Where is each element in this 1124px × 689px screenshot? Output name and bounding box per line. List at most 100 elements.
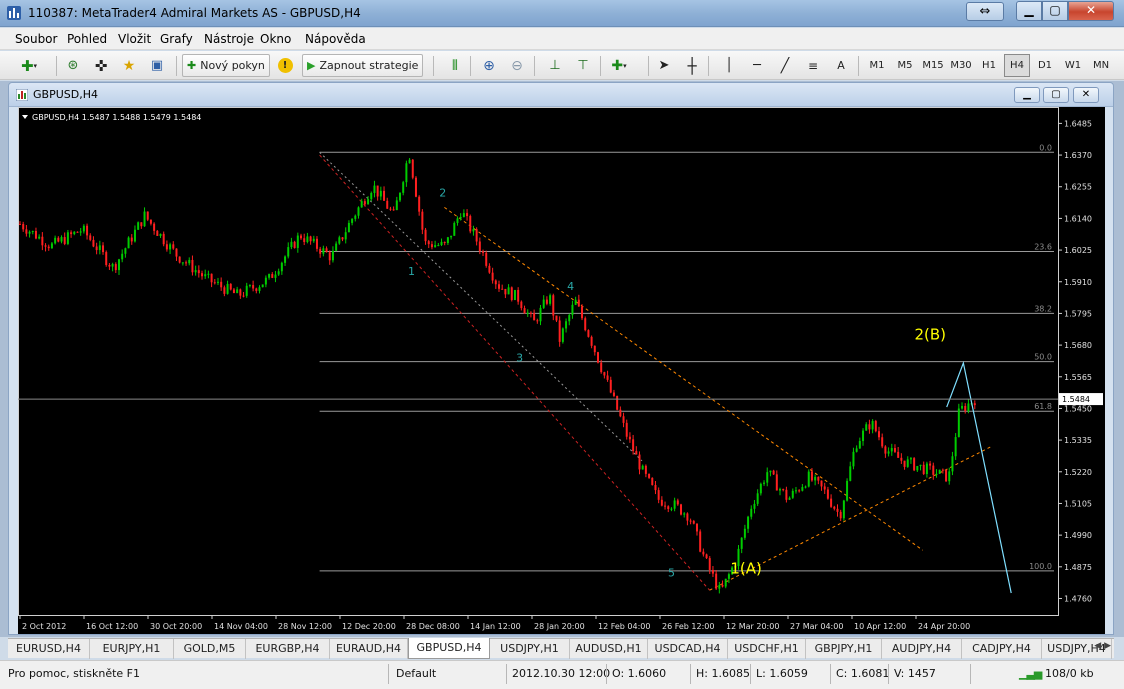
text-tool-icon[interactable]: A — [830, 54, 852, 77]
autotrading-button[interactable]: ▶ Zapnout strategie — [302, 54, 424, 77]
candle-body — [523, 308, 526, 314]
new-chart-icon[interactable]: ✚ ▾ — [18, 54, 40, 77]
symbol-tab-euraud-h4[interactable]: EURAUD,H4 — [330, 639, 408, 659]
timeframe-mn[interactable]: MN — [1088, 54, 1114, 77]
zoom-in-icon[interactable]: ⊕ — [478, 54, 500, 77]
menu-vlozit[interactable]: Vložit — [118, 32, 151, 46]
price-chart-svg[interactable]: 0.0 23.6 38.2 50.0 61.8 100.0 1 2 3 4 5 1(A) 2(B) 1.5… — [18, 107, 1105, 634]
chart-close-button[interactable]: ✕ — [1073, 87, 1099, 103]
candle-body — [887, 451, 890, 454]
candle-body — [753, 503, 756, 509]
candle-body — [743, 528, 746, 538]
cursor-icon[interactable]: ➤ — [653, 54, 675, 77]
candle-body — [309, 236, 312, 242]
candle-body — [810, 471, 813, 481]
symbol-tab-cadjpy-h4[interactable]: CADJPY,H4 — [962, 639, 1042, 659]
candle-body — [111, 264, 114, 267]
candle-body — [344, 232, 347, 240]
candle-body — [635, 451, 638, 455]
symbol-tab-eurjpy-h1[interactable]: EURJPY,H1 — [90, 639, 174, 659]
candle-body — [50, 243, 53, 249]
candle-body — [31, 231, 34, 233]
candle-body — [255, 288, 258, 291]
candle-body — [76, 231, 79, 233]
chart-shift-icon[interactable]: ⊤ — [572, 54, 594, 77]
candle-body — [807, 471, 810, 487]
chart-window-titlebar[interactable]: GBPUSD,H4 ▁ ▢ ✕ — [9, 83, 1113, 107]
candle-body — [571, 304, 574, 316]
timeframe-d1[interactable]: D1 — [1032, 54, 1058, 77]
close-button[interactable]: ✕ — [1068, 1, 1114, 21]
vertical-line-icon[interactable]: │ — [718, 54, 740, 77]
timeframe-h4[interactable]: H4 — [1004, 54, 1030, 77]
candle-body — [130, 237, 133, 242]
timeframe-m1[interactable]: M1 — [864, 54, 890, 77]
symbol-tab-eurgbp-h4[interactable]: EURGBP,H4 — [246, 639, 330, 659]
warning-icon[interactable]: ! — [274, 54, 296, 77]
candle-body — [788, 497, 791, 500]
menu-pohled[interactable]: Pohled — [67, 32, 107, 46]
menu-okno[interactable]: Okno — [260, 32, 291, 46]
horizontal-line-icon[interactable]: ─ — [746, 54, 768, 77]
restore-arrows-icon[interactable]: ⇔ — [966, 2, 1004, 21]
price-chart[interactable]: 0.0 23.6 38.2 50.0 61.8 100.0 1 2 3 4 5 1(A) 2(B) 1.5… — [18, 107, 1105, 634]
x-tick-label: 14 Nov 04:00 — [214, 622, 268, 631]
chart-minimize-button[interactable]: ▁ — [1014, 87, 1040, 103]
symbol-tab-gbpjpy-h1[interactable]: GBPJPY,H1 — [806, 639, 882, 659]
candle-body — [593, 345, 596, 353]
maximize-button[interactable]: ▢ — [1042, 1, 1068, 21]
candle-body — [577, 299, 580, 307]
timeframe-h1[interactable]: H1 — [976, 54, 1002, 77]
zoom-out-icon[interactable]: ⊖ — [506, 54, 528, 77]
crosshair-icon[interactable]: ┼ — [681, 54, 703, 77]
symbol-tab-gold-m5[interactable]: GOLD,M5 — [174, 639, 246, 659]
channel-icon[interactable]: ≡ — [802, 54, 824, 77]
timeframe-w1[interactable]: W1 — [1060, 54, 1086, 77]
symbol-tab-usdchf-h1[interactable]: USDCHF,H1 — [728, 639, 806, 659]
y-tick-label: 1.6140 — [1064, 214, 1092, 223]
candle-body — [772, 470, 775, 475]
auto-scroll-icon[interactable]: ⊥ — [544, 54, 566, 77]
candle-body — [73, 231, 76, 235]
market-watch-icon[interactable]: ⊛ — [62, 54, 84, 77]
candle-body — [287, 247, 290, 257]
symbol-tab-usdcad-h4[interactable]: USDCAD,H4 — [648, 639, 728, 659]
menu-grafy[interactable]: Grafy — [160, 32, 193, 46]
minimize-button[interactable]: ▁ — [1016, 1, 1042, 21]
candle-body — [383, 190, 386, 201]
y-tick-label: 1.6485 — [1064, 119, 1092, 128]
symbol-tab-usdjpy-h1[interactable]: USDJPY,H1 — [490, 639, 570, 659]
menu-napoveda[interactable]: Nápověda — [305, 32, 366, 46]
timeframe-m15[interactable]: M15 — [920, 54, 946, 77]
fib-level-label: 23.6 — [1034, 242, 1052, 251]
candle-body — [315, 238, 318, 249]
candle-body — [961, 406, 964, 409]
trendline-icon[interactable]: ╱ — [774, 54, 796, 77]
symbol-tab-audusd-h1[interactable]: AUDUSD,H1 — [570, 639, 648, 659]
symbol-tab-audjpy-h4[interactable]: AUDJPY,H4 — [882, 639, 962, 659]
candle-body — [903, 460, 906, 467]
symbol-tab-eurusd-h4[interactable]: EURUSD,H4 — [8, 639, 90, 659]
candle-body — [248, 285, 251, 287]
candle-body — [715, 573, 718, 589]
timeframe-m5[interactable]: M5 — [892, 54, 918, 77]
candle-body — [25, 229, 28, 234]
navigator-icon[interactable]: ✜ — [90, 54, 112, 77]
bar-chart-icon[interactable]: ⫴ — [444, 54, 466, 77]
menu-nastroje[interactable]: Nástroje — [204, 32, 254, 46]
chart-maximize-button[interactable]: ▢ — [1043, 87, 1069, 103]
timeframe-m30[interactable]: M30 — [948, 54, 974, 77]
x-tick-label: 28 Nov 12:00 — [278, 622, 332, 631]
symbol-tab-gbpusd-h4[interactable]: GBPUSD,H4 — [408, 638, 490, 659]
favorites-star-icon[interactable]: ★ — [118, 54, 140, 77]
tab-scroll-arrows-icon[interactable]: ◀ ▶ — [1094, 641, 1111, 651]
indicators-icon[interactable]: ✚ ▾ — [608, 54, 630, 77]
new-order-button[interactable]: ✚ Nový pokyn — [182, 54, 270, 77]
x-tick-label: 28 Dec 08:00 — [406, 622, 460, 631]
menu-soubor[interactable]: Soubor — [15, 32, 57, 46]
candle-body — [363, 201, 366, 205]
window-titlebar: 110387: MetaTrader4 Admiral Markets AS -… — [0, 0, 1124, 27]
channel-upper-line — [444, 206, 924, 551]
terminal-window-icon[interactable]: ▣ — [146, 54, 168, 77]
candle-body — [229, 283, 232, 290]
